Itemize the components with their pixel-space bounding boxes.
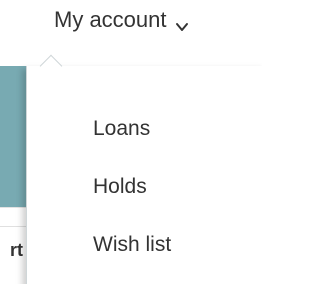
page: rt My account Loans Holds Wish list	[0, 0, 262, 284]
my-account-label: My account	[54, 7, 167, 32]
account-dropdown-menu: Loans Holds Wish list	[26, 66, 262, 284]
account-menu-list: Loans Holds Wish list	[93, 117, 171, 284]
menu-item-holds[interactable]: Holds	[93, 175, 171, 199]
menu-item-wish-list[interactable]: Wish list	[93, 233, 171, 257]
my-account-toggle[interactable]: My account	[54, 6, 189, 34]
menu-item-loans[interactable]: Loans	[93, 117, 171, 141]
background-text-fragment: rt	[10, 240, 23, 260]
chevron-down-icon	[175, 13, 189, 31]
